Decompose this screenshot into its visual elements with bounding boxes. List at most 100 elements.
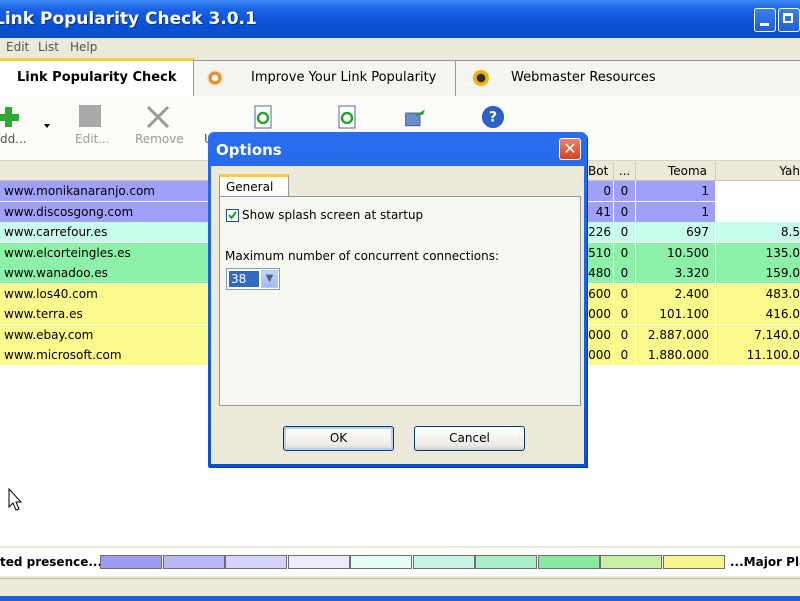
refresh-document-icon	[254, 105, 272, 129]
legend-color-segment	[662, 555, 725, 569]
menu-bar: Edit List Help	[0, 38, 800, 56]
tab-label: Link Popularity Check	[17, 70, 177, 85]
legend-color-segment	[162, 555, 225, 569]
chevron-down-icon	[44, 124, 50, 128]
legend-color-segment	[475, 555, 537, 569]
legend-color-segment	[412, 555, 475, 569]
teoma-cell: 1.880.000	[636, 345, 716, 365]
dialog-title: Options	[216, 141, 282, 159]
window-title-text: Link Popularity Check 3.0.1	[0, 9, 257, 29]
edit-button[interactable]: Edit...	[70, 96, 110, 160]
window-title: Link Popularity Check 3.0.1	[0, 9, 263, 29]
tab-general[interactable]: General	[219, 174, 289, 196]
connections-value: 38	[229, 271, 259, 287]
yahoo-cell	[716, 181, 800, 201]
bot-cell: 0	[586, 181, 614, 201]
yahoo-cell: 483.0	[765, 286, 800, 301]
teoma-cell: 101.100	[636, 304, 716, 324]
edit-label: Edit...	[75, 132, 110, 146]
dots-cell: 0	[614, 263, 636, 283]
legend-color-segment	[350, 555, 412, 569]
minimize-button[interactable]	[754, 8, 776, 32]
bot-cell: 226	[586, 222, 614, 242]
bot-cell: 000	[586, 345, 614, 365]
teoma-cell: 2.887.000	[636, 324, 716, 345]
dots-cell: 0	[614, 222, 636, 242]
plus-icon	[0, 107, 19, 127]
column-header-teoma[interactable]: Teoma	[636, 162, 716, 180]
dots-cell: 0	[614, 242, 636, 263]
legend-left-label: ted presence...	[0, 555, 103, 569]
legend-color-segment	[287, 555, 350, 569]
title-bar[interactable]: Link Popularity Check 3.0.1	[0, 0, 800, 38]
remove-x-icon	[146, 105, 170, 129]
yahoo-cell: 135.0	[765, 245, 800, 260]
yahoo-cell	[716, 201, 800, 222]
edit-icon	[79, 105, 101, 127]
dialog-body: General Show splash screen at startup Ma…	[211, 166, 584, 464]
remove-button[interactable]: Remove	[134, 96, 184, 160]
status-bar	[0, 578, 800, 601]
teoma-cell: 3.320	[636, 263, 716, 283]
bot-cell: 480	[586, 263, 614, 283]
menu-list[interactable]: List	[38, 38, 59, 56]
yahoo-cell: 8.5	[780, 225, 800, 239]
dots-cell: 0	[614, 345, 636, 365]
splash-screen-checkbox[interactable]	[226, 209, 239, 222]
teoma-cell: 697	[636, 222, 716, 242]
column-header-dots[interactable]: ...	[614, 162, 636, 180]
menu-edit[interactable]: Edit	[6, 38, 29, 56]
dots-cell: 0	[614, 283, 636, 304]
cancel-button[interactable]: Cancel	[414, 426, 525, 451]
tab-link-popularity-check[interactable]: Link Popularity Check	[0, 58, 194, 99]
mouse-pointer-icon	[8, 488, 23, 511]
checkmark-icon	[228, 211, 237, 220]
bot-cell: 510	[586, 242, 614, 263]
yahoo-cell: 7.140.0	[754, 327, 800, 342]
legend-color-segment	[225, 555, 287, 569]
teoma-cell: 1	[636, 201, 716, 222]
add-dropdown-arrow[interactable]	[40, 96, 54, 160]
add-button[interactable]: dd...	[0, 96, 44, 160]
chevron-down-icon[interactable]: ▼	[261, 270, 278, 288]
legend-right-label: ...Major Play	[730, 555, 800, 569]
close-icon: ✕	[563, 139, 577, 158]
tab-webmaster-resources[interactable]: Webmaster Resources	[454, 60, 800, 97]
tab-improve-link-popularity[interactable]: Improve Your Link Popularity	[192, 60, 456, 97]
yahoo-cell: 11.100.0	[746, 348, 800, 362]
maximize-button[interactable]	[778, 8, 800, 32]
teoma-cell: 1	[636, 181, 716, 201]
bot-cell: 000	[586, 304, 614, 324]
help-icon: ?	[481, 105, 505, 129]
dots-cell: 0	[614, 201, 636, 222]
webmaster-icon	[473, 70, 489, 86]
remove-label: Remove	[135, 132, 184, 146]
refresh-document-icon	[338, 105, 356, 129]
connections-label: Maximum number of concurrent connections…	[225, 249, 500, 263]
options-dialog: Options ✕ General Show splash screen at …	[208, 132, 587, 467]
dots-cell: 0	[614, 181, 636, 201]
yahoo-cell: 159.0	[765, 266, 800, 280]
yahoo-cell: 416.0	[765, 307, 800, 321]
teoma-cell: 10.500	[636, 242, 716, 263]
legend-color-segment	[600, 555, 662, 569]
popularity-legend: ted presence... ...Major Play	[0, 548, 800, 576]
teoma-cell: 2.400	[636, 283, 716, 304]
connections-select[interactable]: 38 ▼	[226, 268, 280, 290]
legend-color-segment	[100, 555, 162, 569]
splash-screen-label[interactable]: Show splash screen at startup	[242, 208, 423, 222]
legend-color-segment	[537, 555, 600, 569]
menu-help[interactable]: Help	[70, 38, 97, 56]
bot-cell: 41	[586, 201, 614, 222]
bot-cell: 000	[586, 324, 614, 345]
column-header-yahoo[interactable]: Yah	[716, 162, 800, 180]
general-panel: Show splash screen at startup Maximum nu…	[219, 196, 581, 406]
bot-cell: 600	[586, 283, 614, 304]
dots-cell: 0	[614, 304, 636, 324]
dialog-close-button[interactable]: ✕	[559, 138, 581, 160]
tab-label: Improve Your Link Popularity	[251, 70, 437, 85]
add-label: dd...	[0, 132, 27, 146]
ok-button[interactable]: OK	[283, 426, 394, 451]
column-header-bot[interactable]: Bot	[586, 162, 614, 180]
target-icon	[207, 70, 223, 86]
